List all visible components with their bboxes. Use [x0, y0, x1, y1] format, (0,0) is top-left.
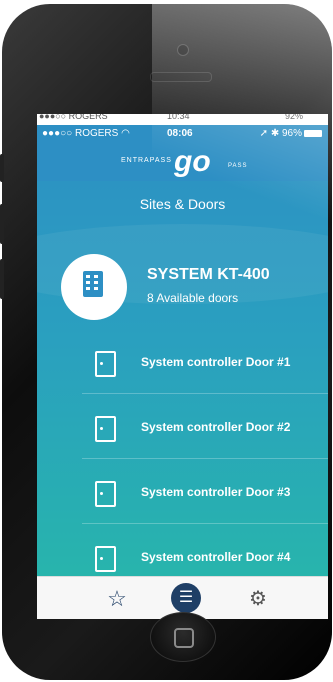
home-square-icon — [174, 628, 194, 648]
door-item-2[interactable]: System controller Door #2 — [37, 394, 328, 459]
overlapped-battery: 92% — [285, 114, 304, 121]
door-icon — [95, 351, 116, 377]
door-icon — [95, 481, 116, 507]
app-header: ENTRAPASS go PASS — [37, 143, 328, 181]
door-item-1[interactable]: System controller Door #1 — [37, 329, 328, 394]
wifi-icon: ◠ — [121, 128, 130, 139]
tab-settings-gear-icon[interactable]: ⚙ — [245, 586, 271, 612]
overlapped-carrier: ●●●○○ ROGERS — [39, 114, 108, 121]
location-icon: ➚ — [259, 128, 269, 139]
overlapped-status-bar: ●●●○○ ROGERS 10:34 92% — [37, 114, 328, 125]
tab-favorites-star-icon[interactable]: ☆ — [104, 586, 130, 612]
door-item-3[interactable]: System controller Door #3 — [37, 459, 328, 524]
earpiece-speaker — [150, 72, 212, 82]
overlapped-time: 10:34 — [167, 114, 190, 121]
door-label: System controller Door #2 — [141, 420, 291, 434]
site-door-count: 8 Available doors — [147, 291, 239, 305]
battery-percent: 96% — [281, 128, 302, 139]
mute-switch — [0, 154, 4, 182]
door-icon — [95, 546, 116, 572]
volume-up-button — [0, 204, 4, 244]
phone-device: ●●●○○ ROGERS 10:34 92% ●●●○○ ROGERS ◠ 08… — [0, 4, 332, 680]
logo-go: go — [174, 145, 211, 178]
battery-icon — [304, 129, 322, 137]
tab-list-icon[interactable]: ☰ — [171, 583, 201, 613]
status-bar: ●●●○○ ROGERS ◠ 08:06 ➚ ✱ 96% — [37, 125, 328, 143]
front-camera — [177, 44, 189, 56]
site-name[interactable]: SYSTEM KT-400 — [147, 266, 270, 284]
volume-down-button — [0, 259, 4, 299]
bluetooth-icon: ✱ — [270, 128, 280, 139]
door-icon — [95, 416, 116, 442]
building-icon — [83, 271, 103, 297]
home-button[interactable] — [150, 612, 216, 662]
door-label: System controller Door #1 — [141, 355, 291, 369]
app-screen: ●●●○○ ROGERS 10:34 92% ●●●○○ ROGERS ◠ 08… — [37, 114, 328, 619]
page-title: Sites & Doors — [139, 196, 226, 212]
site-avatar[interactable] — [61, 254, 127, 320]
clock: 08:06 — [167, 128, 193, 139]
door-label: System controller Door #3 — [141, 485, 291, 499]
door-label: System controller Door #4 — [141, 550, 291, 564]
logo-prefix: ENTRAPASS — [121, 157, 172, 164]
carrier-label: ●●●○○ ROGERS — [42, 128, 119, 139]
logo-suffix: PASS — [228, 163, 248, 169]
